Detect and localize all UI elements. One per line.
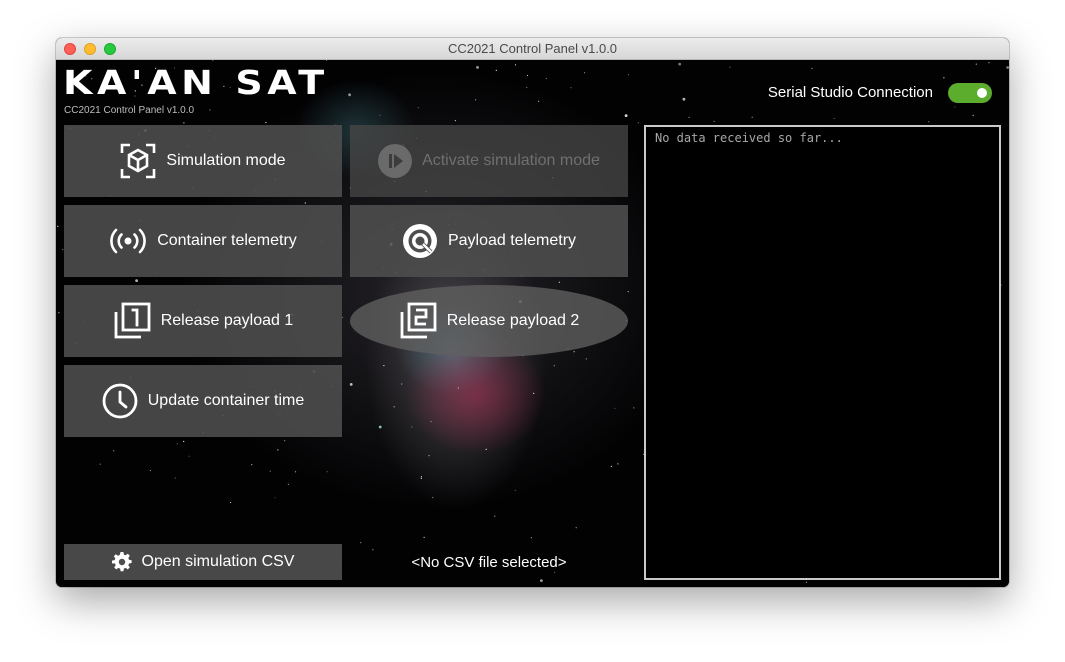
gear-icon	[111, 552, 132, 572]
release-payload-2-button[interactable]: Release payload 2	[350, 285, 628, 357]
payload-telemetry-button[interactable]: Payload telemetry	[350, 205, 628, 277]
activate-simulation-button[interactable]: Activate simulation mode	[350, 125, 628, 197]
release-payload-1-button[interactable]: Release payload 1	[64, 285, 342, 357]
csv-file-status: <No CSV file selected>	[411, 553, 567, 571]
console-message: No data received so far...	[655, 131, 843, 145]
app-subtitle: CC2021 Control Panel v1.0.0	[64, 105, 195, 116]
update-container-time-button[interactable]: Update container time	[64, 365, 342, 437]
data-console[interactable]: No data received so far...	[644, 125, 1001, 580]
payload-telemetry-label: Payload telemetry	[447, 232, 577, 249]
cube-scan-icon	[120, 143, 156, 179]
app-window: CC2021 Control Panel v1.0.0 KA'AN SAT CC…	[56, 38, 1009, 587]
broadcast-icon	[109, 227, 147, 255]
target-icon	[402, 223, 438, 259]
open-simulation-csv-button[interactable]: Open simulation CSV	[64, 544, 342, 580]
release-payload-2-label: Release payload 2	[446, 312, 580, 329]
simulation-mode-label: Simulation mode	[166, 152, 286, 169]
container-telemetry-button[interactable]: Container telemetry	[64, 205, 342, 277]
serial-connection-label: Serial Studio Connection	[767, 84, 933, 101]
serial-connection-toggle[interactable]	[948, 83, 992, 103]
app-logo: KA'AN SAT	[63, 63, 329, 102]
container-telemetry-label: Container telemetry	[157, 232, 297, 249]
toggle-knob	[977, 88, 987, 98]
release-payload-1-label: Release payload 1	[160, 312, 294, 329]
title-bar: CC2021 Control Panel v1.0.0	[56, 38, 1009, 60]
simulation-mode-button[interactable]: Simulation mode	[64, 125, 342, 197]
main-content: KA'AN SAT CC2021 Control Panel v1.0.0 Se…	[56, 60, 1009, 587]
open-simulation-csv-label: Open simulation CSV	[141, 553, 295, 570]
filter-1-icon	[113, 302, 151, 340]
clock-icon	[102, 383, 138, 419]
update-container-time-label: Update container time	[147, 392, 305, 409]
filter-2-icon	[399, 302, 437, 340]
window-title: CC2021 Control Panel v1.0.0	[447, 41, 618, 56]
play-circle-icon	[378, 144, 413, 178]
activate-simulation-label: Activate simulation mode	[422, 152, 600, 169]
